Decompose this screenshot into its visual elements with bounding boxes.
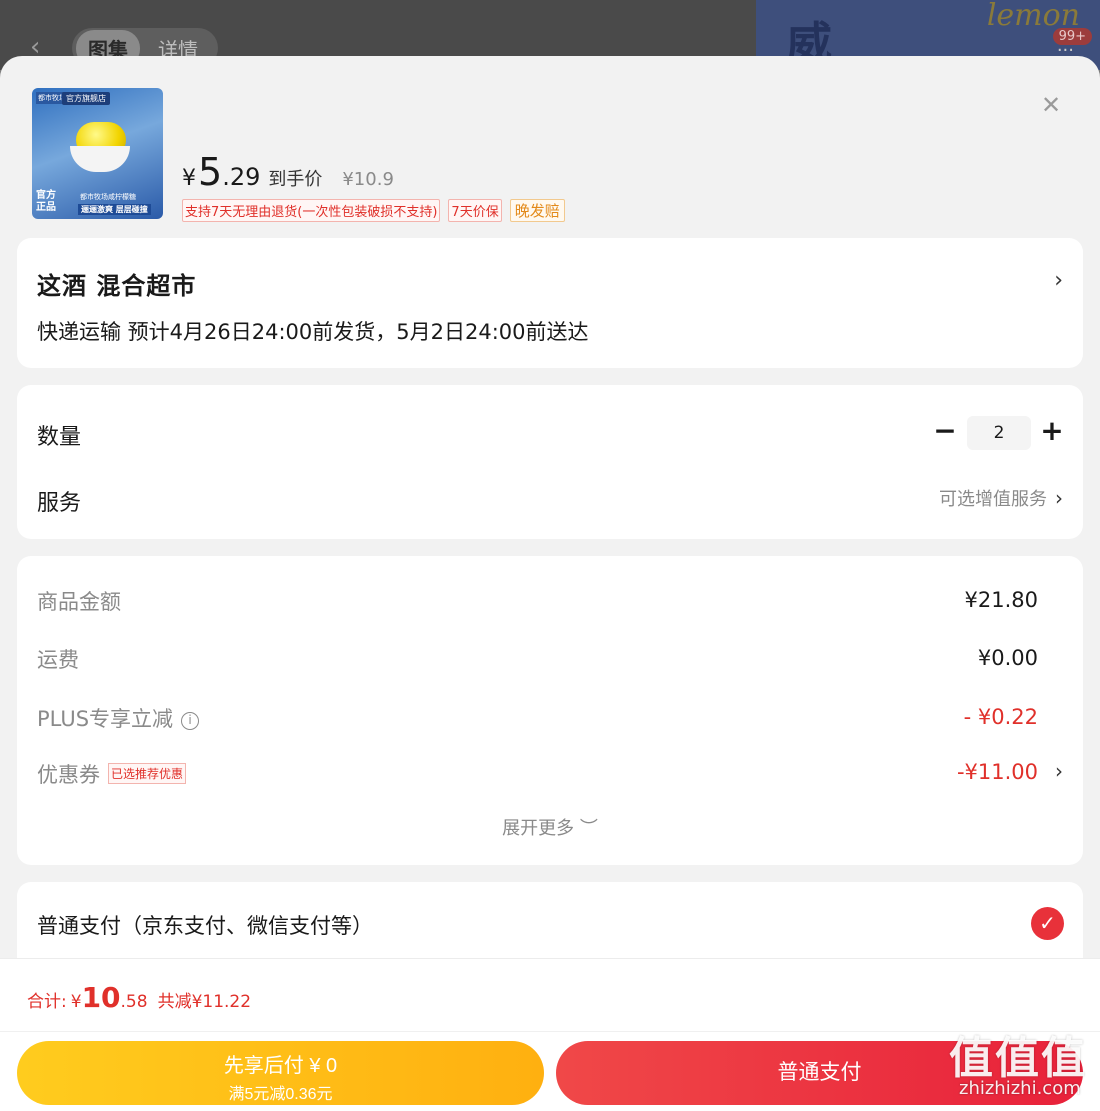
total-label: 合计: — [27, 992, 67, 1012]
info-icon[interactable]: i — [181, 712, 200, 730]
return-policy-tag: 支持7天无理由退货(一次性包装破损不支持) — [182, 199, 441, 222]
total-decimal: .58 — [120, 992, 148, 1012]
coupon-row[interactable]: 优惠券 已选推荐优惠 — [37, 759, 187, 789]
shop-name: 这酒 混合超市 — [37, 272, 197, 300]
quantity-input[interactable] — [967, 416, 1031, 450]
thumbnail-store-label: 官方旗舰店 — [62, 92, 110, 105]
late-delivery-tag: 晚发赔 — [509, 199, 565, 222]
checkout-sheet: 都市牧场 官方旗舰店 官方正品 都市牧场咸柠檬糖 逦逦激爽 层层碰撞 ¥ 5 .… — [0, 56, 1100, 1111]
price-integer: 5 — [198, 150, 223, 194]
price-summary-card: 商品金额 ¥21.80 运费 ¥0.00 PLUS专享立减 i - ¥0.22 优… — [17, 556, 1083, 865]
footer-divider — [0, 1031, 1100, 1032]
price-protection-tag: 7天价保 — [448, 199, 502, 222]
plus-discount-label: PLUS专享立减 — [37, 707, 174, 731]
price-row: ¥ 5 .29 到手价 ¥10.9 — [182, 150, 394, 194]
price-label: 到手价 — [268, 169, 323, 190]
goods-amount-label: 商品金额 — [37, 590, 121, 614]
service-selector[interactable]: 可选增值服务 › — [939, 485, 1063, 511]
total-currency: ¥ — [70, 992, 82, 1012]
product-header: 都市牧场 官方旗舰店 官方正品 都市牧场咸柠檬糖 逦逦激爽 层层碰撞 ¥ 5 .… — [0, 56, 1100, 231]
goods-amount-value: ¥21.80 — [964, 588, 1038, 612]
payment-method-label: 普通支付（京东支付、微信支付等） — [37, 914, 373, 938]
price-decimal: .29 — [222, 163, 261, 191]
quantity-service-card: 数量 − + 服务 可选增值服务 › — [17, 385, 1083, 539]
chevron-right-icon[interactable]: › — [1055, 759, 1063, 783]
expand-more-button[interactable]: 展开更多 ︶ — [17, 814, 1083, 840]
total-integer: 10 — [81, 981, 121, 1014]
thumbnail-description: 都市牧场咸柠檬糖 — [80, 193, 136, 201]
thumbnail-official-tag: 官方正品 — [36, 190, 56, 213]
normal-pay-button[interactable]: 普通支付 — [556, 1041, 1083, 1105]
service-tags: 支持7天无理由退货(一次性包装破损不支持) 7天价保 晚发赔 — [182, 199, 565, 222]
chevron-right-icon: › — [1054, 268, 1063, 293]
shipping-label: 运费 — [37, 648, 79, 672]
plus-discount-row: PLUS专享立减 i — [37, 703, 200, 733]
total-savings: 共减¥11.22 — [157, 992, 252, 1012]
plus-discount-value: - ¥0.22 — [963, 705, 1038, 729]
pay-later-label: 先享后付 ¥ 0 — [223, 1054, 338, 1077]
delivery-estimate: 快递运输 预计4月26日24:00前发货，5月2日24:00前送达 — [37, 320, 589, 344]
price-currency: ¥ — [182, 166, 196, 191]
quantity-increase-button[interactable]: + — [1039, 417, 1065, 445]
service-value: 可选增值服务 — [939, 489, 1047, 510]
pay-later-promo: 满5元减0.36元 — [228, 1085, 333, 1103]
thumbnail-slogan: 逦逦激爽 层层碰撞 — [78, 204, 151, 215]
quantity-decrease-button[interactable]: − — [932, 417, 958, 445]
service-label: 服务 — [37, 491, 82, 516]
original-price: ¥10.9 — [342, 169, 394, 190]
order-total: 合计: ¥ 10 .58 共减¥11.22 — [27, 981, 251, 1014]
checkmark-icon[interactable]: ✓ — [1031, 907, 1064, 940]
shop-card[interactable]: 这酒 混合超市 › 快递运输 预计4月26日24:00前发货，5月2日24:00… — [17, 238, 1083, 368]
close-icon[interactable]: ✕ — [1038, 92, 1064, 118]
coupon-selected-tag: 已选推荐优惠 — [108, 763, 187, 784]
checkout-footer: 合计: ¥ 10 .58 共减¥11.22 先享后付 ¥ 0 满5元减0.36元… — [0, 958, 1100, 1111]
pay-later-button[interactable]: 先享后付 ¥ 0 满5元减0.36元 — [17, 1041, 544, 1105]
product-thumbnail[interactable]: 都市牧场 官方旗舰店 官方正品 都市牧场咸柠檬糖 逦逦激爽 层层碰撞 — [32, 88, 163, 219]
chevron-right-icon: › — [1055, 486, 1063, 510]
shipping-value: ¥0.00 — [977, 646, 1038, 670]
bowl-image — [70, 146, 130, 172]
coupon-label: 优惠券 — [37, 763, 100, 787]
coupon-value: -¥11.00 — [956, 760, 1038, 784]
quantity-label: 数量 — [37, 425, 82, 450]
